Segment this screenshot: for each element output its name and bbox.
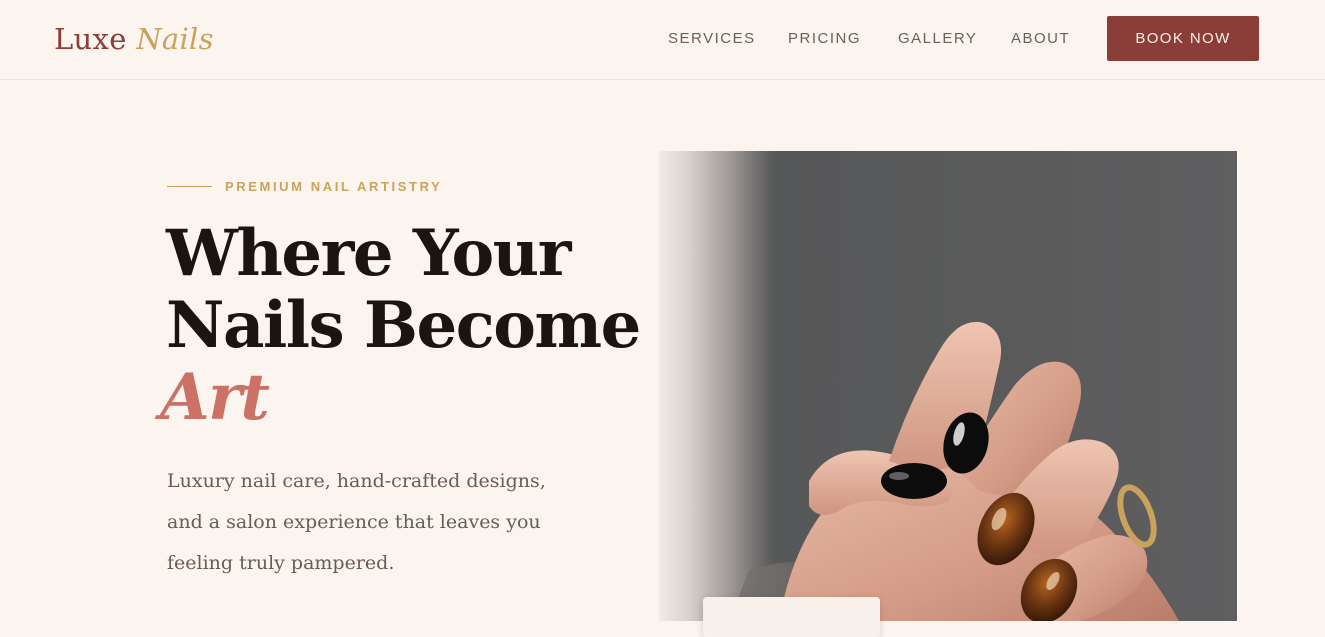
headline-line-1: Where Your: [166, 216, 571, 291]
logo-word-luxe: Luxe: [54, 22, 127, 56]
nav-services[interactable]: SERVICES: [668, 28, 756, 50]
hero-headline: Where Your Nails Become Art: [160, 216, 641, 434]
nav-gallery[interactable]: GALLERY: [898, 28, 977, 50]
nav-pricing[interactable]: PRICING: [788, 28, 861, 50]
eyebrow-divider: [167, 186, 212, 187]
hand-illustration: [729, 321, 1179, 621]
logo[interactable]: Luxe Nails: [54, 20, 214, 58]
headline-accent: Art: [160, 360, 270, 435]
hero-eyebrow: PREMIUM NAIL ARTISTRY: [225, 179, 443, 194]
floating-card: [703, 597, 880, 637]
nav-about[interactable]: ABOUT: [1011, 28, 1070, 50]
logo-word-nails: Nails: [136, 22, 214, 56]
hero-nails-photo: [659, 151, 1237, 621]
headline-line-2: Nails Become: [166, 288, 641, 363]
hero-subtext: Luxury nail care, hand-crafted designs, …: [167, 470, 546, 574]
site-header: Luxe Nails SERVICES PRICING GALLERY ABOU…: [0, 0, 1325, 80]
book-now-button[interactable]: BOOK NOW: [1107, 16, 1259, 61]
